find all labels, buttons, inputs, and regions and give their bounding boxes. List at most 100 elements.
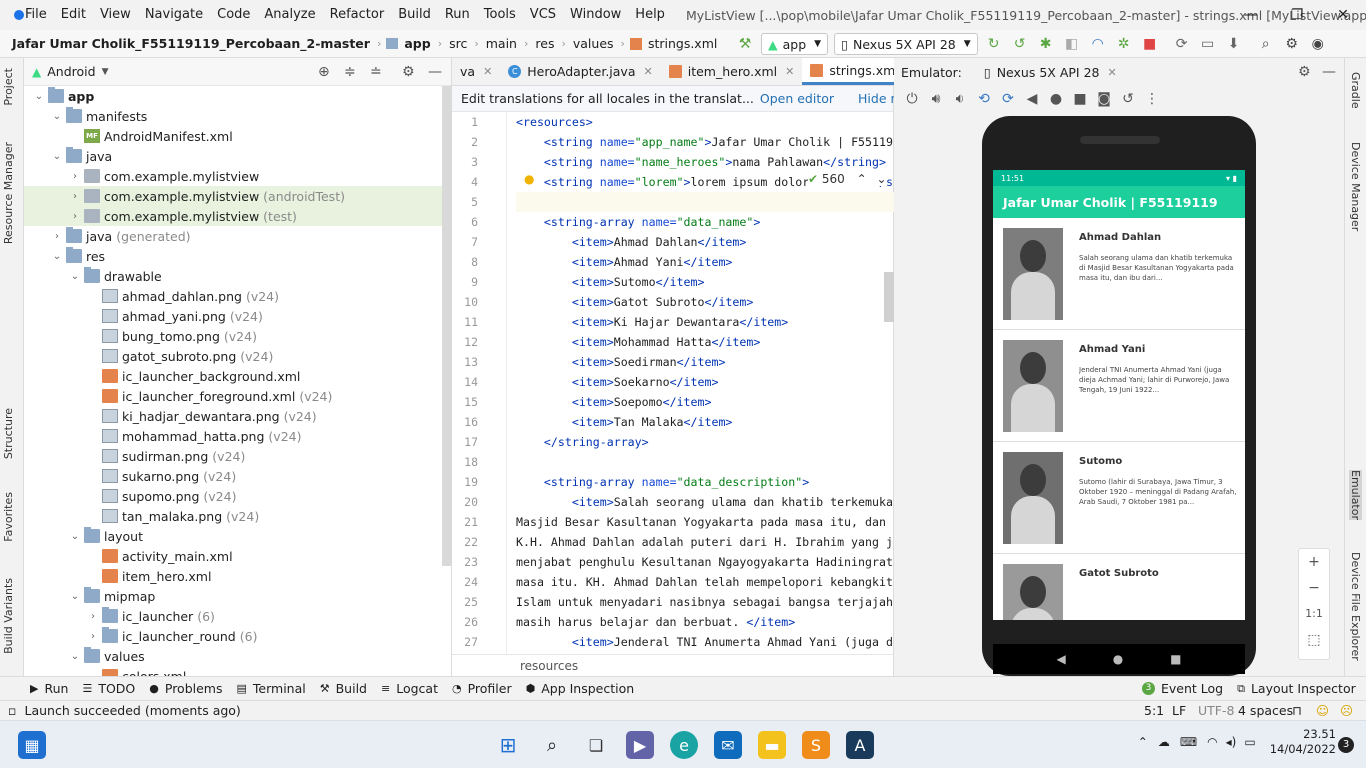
chevron-right-icon[interactable]: ›: [50, 231, 64, 242]
code-line[interactable]: Masjid Besar Kasultanan Yogyakarta pada …: [516, 512, 894, 532]
tab-structure[interactable]: Structure: [2, 408, 15, 459]
tab-gradle[interactable]: Gradle: [1349, 72, 1362, 109]
collapse-all-icon[interactable]: ≐: [370, 64, 382, 80]
tree-row[interactable]: › ic_launcher (6): [24, 606, 442, 626]
editor-tab[interactable]: item_hero.xml ✕: [661, 58, 803, 85]
tree-row[interactable]: gatot_subroto.png (v24): [24, 346, 442, 366]
cloud-icon[interactable]: ☁: [1158, 735, 1170, 749]
run-config-select[interactable]: ▲ app ▼: [761, 33, 829, 55]
close-icon[interactable]: ✕: [785, 65, 794, 78]
hero-list[interactable]: Ahmad Dahlan Salah seorang ulama dan khat…: [993, 218, 1245, 620]
tool-window-todo[interactable]: ☰ TODO: [82, 681, 135, 696]
hide-icon[interactable]: —: [428, 64, 442, 80]
volume-down-icon[interactable]: 🔉︎: [948, 88, 972, 110]
menu-view[interactable]: View: [93, 0, 138, 30]
edge-icon[interactable]: e: [670, 731, 698, 759]
code-line[interactable]: <item>Gatot Subroto</item>: [516, 292, 894, 312]
code-line[interactable]: <item>Salah seorang ulama dan khatib ter…: [516, 492, 894, 512]
back-icon[interactable]: ◀: [1056, 652, 1065, 666]
code-line[interactable]: </string-array>: [516, 432, 894, 452]
home-icon[interactable]: ●: [1044, 88, 1068, 110]
volume-icon[interactable]: ◂): [1226, 735, 1237, 749]
coverage-icon[interactable]: ◧: [1059, 33, 1085, 55]
zoom-in-button[interactable]: +: [1299, 549, 1329, 575]
code-line[interactable]: <item>Sutomo</item>: [516, 272, 894, 292]
apply-changes-icon[interactable]: ↺: [1007, 33, 1033, 55]
code-line[interactable]: K.H. Ahmad Dahlan adalah puteri dari H. …: [516, 532, 894, 552]
tree-row[interactable]: ahmad_dahlan.png (v24): [24, 286, 442, 306]
phone-screen[interactable]: 11:51 ▾ ▮ Jafar Umar Cholik | F55119119 A…: [993, 170, 1245, 620]
tree-row[interactable]: bung_tomo.png (v24): [24, 326, 442, 346]
tree-row[interactable]: supomo.png (v24): [24, 486, 442, 506]
locate-icon[interactable]: ⊕: [318, 64, 330, 80]
gear-icon[interactable]: ⚙: [402, 64, 415, 80]
code-line[interactable]: <item>Mohammad Hatta</item>: [516, 332, 894, 352]
tab-device-file-explorer[interactable]: Device File Explorer: [1349, 552, 1362, 661]
hide-icon[interactable]: —: [1322, 64, 1336, 80]
file-explorer-icon[interactable]: ▬: [758, 731, 786, 759]
power-icon[interactable]: ⏻: [900, 88, 924, 110]
breadcrumb-item[interactable]: app: [402, 36, 432, 51]
rerun-icon[interactable]: ↻: [981, 33, 1007, 55]
tab-favorites[interactable]: Favorites: [2, 492, 15, 542]
tool-window-problems[interactable]: ● Problems: [149, 681, 222, 696]
keyboard-icon[interactable]: ⌨: [1180, 735, 1197, 749]
sublime-icon[interactable]: S: [802, 731, 830, 759]
tree-row[interactable]: ⌄ java: [24, 146, 442, 166]
tree-row[interactable]: ki_hadjar_dewantara.png (v24): [24, 406, 442, 426]
chevron-right-icon[interactable]: ›: [68, 211, 82, 222]
code-line[interactable]: <item>Jenderal TNI Anumerta Ahmad Yani (…: [516, 632, 894, 652]
editor-tab[interactable]: va ✕: [452, 58, 500, 85]
tool-window-event-log[interactable]: 3 Event Log: [1142, 681, 1223, 696]
code-line[interactable]: <resources>: [516, 112, 894, 132]
hero-list-item[interactable]: Ahmad Yani Jenderal TNI Anumerta Ahmad Ya…: [993, 330, 1245, 442]
zoom-fit-button[interactable]: ⬚: [1299, 627, 1329, 653]
breadcrumb-item[interactable]: Jafar Umar Cholik_F55119119_Percobaan_2-…: [10, 36, 372, 51]
gear-icon[interactable]: ⚙: [1279, 33, 1305, 55]
snapshot-icon[interactable]: ↺: [1116, 88, 1140, 110]
wifi-icon[interactable]: ◠: [1207, 735, 1217, 749]
home-icon[interactable]: ●: [1113, 652, 1123, 666]
tool-window-build[interactable]: ⚒ Build: [320, 681, 367, 696]
code-line[interactable]: masa itu. KH. Ahmad Dahlan telah mempelo…: [516, 572, 894, 592]
open-editor-link[interactable]: Open editor: [760, 91, 834, 106]
chat-icon[interactable]: ▶: [626, 731, 654, 759]
tree-row[interactable]: ⌄ values: [24, 646, 442, 666]
android-studio-icon[interactable]: A: [846, 731, 874, 759]
tree-row[interactable]: colors.xml: [24, 666, 442, 676]
chevron-right-icon[interactable]: ›: [68, 171, 82, 182]
menu-edit[interactable]: Edit: [54, 0, 93, 30]
tree-row[interactable]: ⌄ app: [24, 86, 442, 106]
menu-tools[interactable]: Tools: [477, 0, 523, 30]
menu-window[interactable]: Window: [563, 0, 628, 30]
breadcrumb-item[interactable]: main: [484, 36, 519, 51]
code-line[interactable]: <item>Tan Malaka</item>: [516, 412, 894, 432]
tree-row[interactable]: item_hero.xml: [24, 566, 442, 586]
chevron-down-icon[interactable]: ⌄: [877, 172, 887, 186]
tool-window-app-inspection[interactable]: ⬢ App Inspection: [526, 681, 635, 696]
tree-row[interactable]: activity_main.xml: [24, 546, 442, 566]
code-line[interactable]: [516, 452, 894, 472]
code-line[interactable]: <string-array name="data_description">: [516, 472, 894, 492]
chevron-down-icon[interactable]: ⌄: [68, 591, 82, 602]
close-icon[interactable]: ✕: [1107, 66, 1116, 79]
overview-icon[interactable]: ■: [1068, 88, 1092, 110]
widgets-icon[interactable]: ▦: [18, 731, 46, 759]
task-view-icon[interactable]: ❏: [582, 731, 610, 759]
menu-run[interactable]: Run: [438, 0, 477, 30]
minimize-icon[interactable]: —: [1228, 0, 1274, 30]
tool-window-profiler[interactable]: ◔ Profiler: [452, 681, 512, 696]
code-line[interactable]: <string name="app_name">Jafar Umar Choli…: [516, 132, 894, 152]
code-line[interactable]: <string-array name="data_name">: [516, 212, 894, 232]
menu-analyze[interactable]: Analyze: [257, 0, 322, 30]
tree-row[interactable]: ⌄ res: [24, 246, 442, 266]
code-line[interactable]: <item>Soepomo</item>: [516, 392, 894, 412]
chevron-down-icon[interactable]: ⌄: [68, 651, 82, 662]
chevron-right-icon[interactable]: ›: [86, 631, 100, 642]
breadcrumb-item[interactable]: strings.xml: [646, 36, 719, 51]
menu-build[interactable]: Build: [391, 0, 438, 30]
tool-window-terminal[interactable]: ▤ Terminal: [237, 681, 306, 696]
rotate-left-icon[interactable]: ⟲: [972, 88, 996, 110]
sdk-manager-icon[interactable]: ⬇: [1221, 33, 1247, 55]
code-line[interactable]: <string name="name_heroes">nama Pahlawan…: [516, 152, 894, 172]
